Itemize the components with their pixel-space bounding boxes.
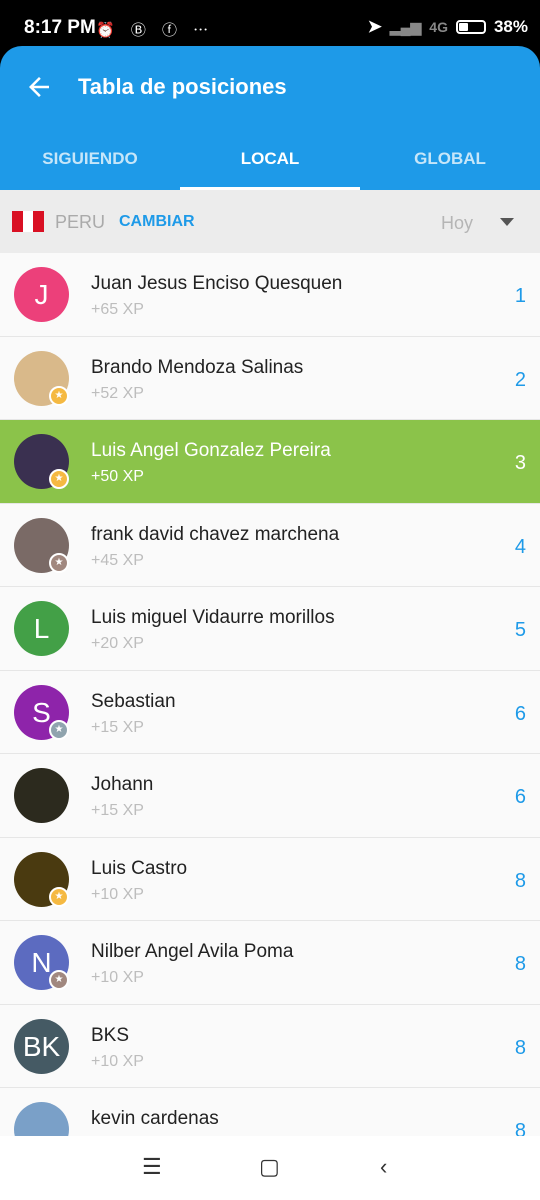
avatar[interactable]: J <box>14 267 69 322</box>
app-bar: Tabla de posiciones SIGUIENDO LOCAL GLOB… <box>0 46 540 190</box>
leaderboard-row[interactable]: S ★ Sebastian +15 XP 6 <box>0 670 540 754</box>
leaderboard-row[interactable]: ★ Luis Castro +10 XP 8 <box>0 837 540 921</box>
user-name: Sebastian <box>91 690 176 712</box>
avatar[interactable] <box>14 1102 69 1136</box>
home-nav-icon[interactable]: ▢ <box>259 1154 280 1180</box>
battery-level: 38% <box>493 17 528 36</box>
star-badge-icon: ★ <box>49 886 69 907</box>
user-rank: 3 <box>514 452 526 474</box>
star-badge-icon: ★ <box>49 552 69 573</box>
user-rank: 8 <box>514 953 526 975</box>
back-arrow-icon[interactable] <box>24 72 54 102</box>
user-name: Luis Castro <box>91 857 188 879</box>
leaderboard-row[interactable]: N ★ Nilber Angel Avila Poma +10 XP 8 <box>0 921 540 1005</box>
user-rank: 6 <box>514 702 526 725</box>
star-badge-icon: ★ <box>49 385 69 406</box>
avatar[interactable]: L <box>14 601 69 656</box>
user-rank: 2 <box>514 368 526 391</box>
location-icon: ➤ <box>367 17 382 36</box>
leaderboard-row[interactable]: BK BKS +10 XP 8 <box>0 1004 540 1088</box>
star-badge-icon: ★ <box>49 970 69 990</box>
user-name: BKS <box>91 1024 130 1046</box>
leaderboard-list[interactable]: J Juan Jesus Enciso Quesquen +65 XP 1 ★ Brand… <box>0 253 540 1136</box>
notification-icons: ⏰ Ⓑ ⓕ ⋯ <box>96 22 215 39</box>
user-rank: 4 <box>514 535 526 558</box>
user-xp: +15 XP <box>91 802 144 819</box>
leaderboard-row[interactable]: J Juan Jesus Enciso Quesquen +65 XP 1 <box>0 253 540 337</box>
user-name: Brando Mendoza Salinas <box>91 356 304 378</box>
dropdown-caret-icon[interactable] <box>500 218 514 226</box>
menu-nav-icon[interactable]: ☰ <box>142 1154 162 1180</box>
peru-flag-icon <box>12 211 45 232</box>
tab-local[interactable]: LOCAL <box>180 136 360 190</box>
status-time: 8:17 PM <box>24 17 96 38</box>
user-xp: +15 XP <box>91 718 144 736</box>
user-name: Luis miguel Vidaurre morillos <box>91 607 335 628</box>
user-name: Luis Angel Gonzalez Pereira <box>91 440 331 461</box>
user-xp: +10 XP <box>91 1052 144 1070</box>
network-label: 4G <box>429 19 448 35</box>
user-rank: 1 <box>514 285 526 307</box>
leaderboard-row[interactable]: L Luis miguel Vidaurre morillos +20 XP 5 <box>0 587 540 671</box>
user-name: frank david chavez marchena <box>91 523 340 545</box>
country-label: PERU <box>55 212 106 232</box>
user-xp: +20 XP <box>91 635 144 652</box>
leaderboard-row[interactable]: kevin cardenas 8 <box>0 1088 540 1136</box>
page-title: Tabla de posiciones <box>78 74 287 99</box>
user-name: kevin cardenas <box>91 1108 219 1129</box>
user-xp: +52 XP <box>91 384 144 402</box>
user-xp: +65 XP <box>91 301 144 318</box>
user-rank: 8 <box>514 1120 526 1136</box>
back-nav-icon[interactable]: ‹ <box>380 1154 387 1180</box>
user-rank: 5 <box>514 619 526 641</box>
user-xp: +10 XP <box>91 885 144 903</box>
leaderboard-row[interactable]: ★ Luis Angel Gonzalez Pereira +50 XP 3 <box>0 420 540 504</box>
tab-bar: SIGUIENDO LOCAL GLOBAL <box>0 136 540 190</box>
user-xp: +45 XP <box>91 551 144 569</box>
tab-siguiendo[interactable]: SIGUIENDO <box>0 136 180 190</box>
star-badge-icon: ★ <box>49 719 69 740</box>
leaderboard-row[interactable]: Johann +15 XP 6 <box>0 754 540 838</box>
tab-global[interactable]: GLOBAL <box>360 136 540 190</box>
user-name: Nilber Angel Avila Poma <box>91 941 294 962</box>
period-select[interactable]: Hoy <box>441 213 473 234</box>
system-icons: ➤ ▂▄▆ 4G 38% <box>368 17 528 37</box>
user-rank: 6 <box>514 786 526 808</box>
system-nav-bar: ☰ ▢ ‹ <box>0 1136 540 1200</box>
battery-icon <box>455 20 486 34</box>
user-name: Juan Jesus Enciso Quesquen <box>91 273 343 294</box>
leaderboard-row[interactable]: ★ Brando Mendoza Salinas +52 XP 2 <box>0 336 540 420</box>
user-xp: +50 XP <box>91 468 144 485</box>
avatar[interactable]: BK <box>14 1018 69 1074</box>
avatar[interactable] <box>14 768 69 823</box>
signal-icon: ▂▄▆ <box>389 18 422 35</box>
user-name: Johann <box>91 774 154 795</box>
user-rank: 8 <box>514 869 526 892</box>
change-country-button[interactable]: CAMBIAR <box>119 213 195 231</box>
leaderboard-row[interactable]: ★ frank david chavez marchena +45 XP 4 <box>0 503 540 587</box>
star-badge-icon: ★ <box>49 469 69 489</box>
user-xp: +10 XP <box>91 969 144 986</box>
user-rank: 8 <box>514 1036 526 1059</box>
